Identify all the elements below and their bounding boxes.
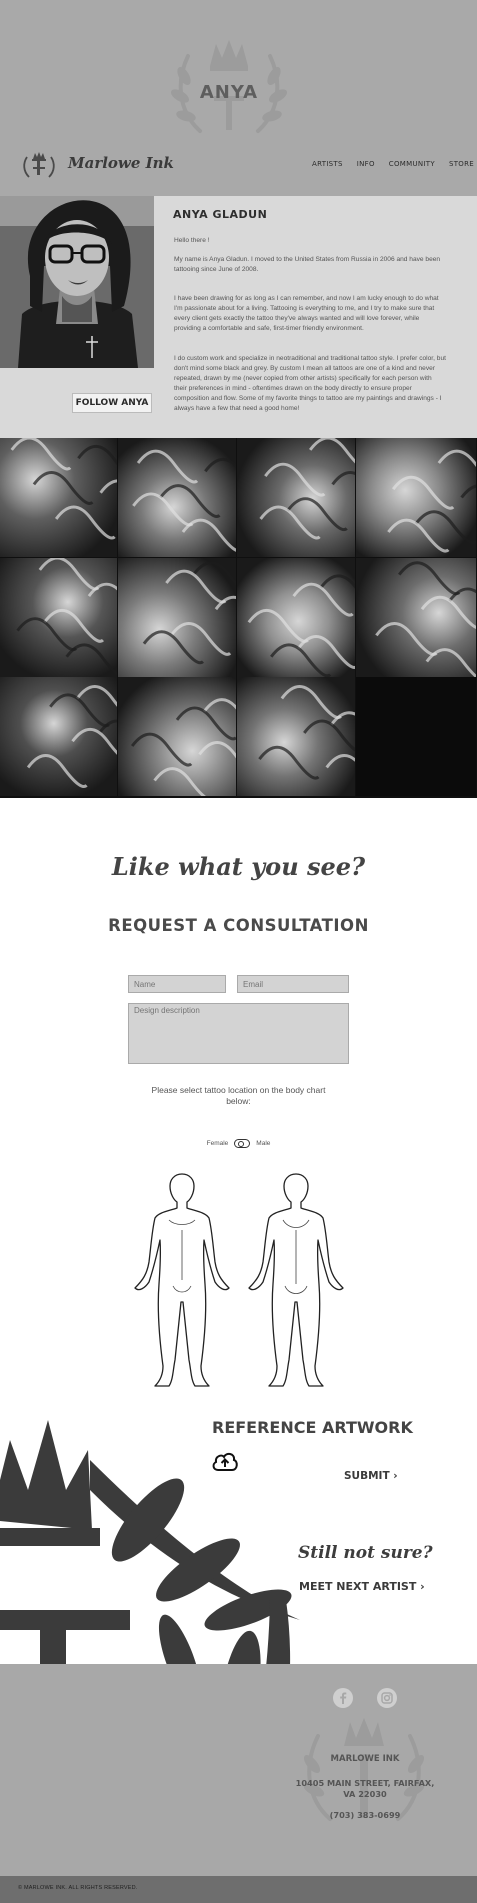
footer-address: 10405 MAIN STREET, FAIRFAX, VA 22030 [295, 1778, 435, 1799]
crest-name: ANYA [199, 82, 259, 103]
main-nav: ARTISTS INFO COMMUNITY STORE [312, 160, 474, 168]
footer-phone[interactable]: (703) 383-0699 [290, 1810, 440, 1820]
gallery-tattoo-image[interactable] [118, 438, 236, 557]
consultation-heading: REQUEST A CONSULTATION [108, 916, 369, 935]
design-description-input[interactable] [128, 1003, 349, 1064]
gallery-tattoo-image[interactable] [237, 438, 355, 557]
follow-artist-button[interactable]: FOLLOW ANYA [72, 393, 152, 413]
male-label: Male [256, 1140, 271, 1147]
bio-paragraph: I have been drawing for as long as I can… [174, 295, 439, 332]
artist-portrait [0, 196, 154, 368]
like-what-you-see-heading: Like what you see? [111, 852, 366, 881]
nav-item-community[interactable]: COMMUNITY [389, 160, 435, 168]
female-label: Female [206, 1140, 229, 1147]
gallery-tattoo-image[interactable] [356, 438, 476, 557]
copyright-text: © MARLOWE INK. ALL RIGHTS RESERVED. [18, 1885, 138, 1891]
gallery-empty-tile [356, 677, 476, 796]
name-input[interactable] [128, 975, 226, 993]
still-not-sure-heading: Still not sure? [298, 1543, 433, 1563]
body-location-chart[interactable] [133, 1170, 345, 1388]
gallery-tattoo-image[interactable] [0, 677, 117, 796]
artist-name: ANYA GLADUN [173, 208, 268, 221]
bio-paragraph: I do custom work and specialize in neotr… [174, 355, 446, 412]
nav-item-store[interactable]: STORE [449, 160, 474, 168]
instagram-icon[interactable] [377, 1688, 397, 1708]
gender-toggle[interactable] [234, 1139, 251, 1148]
brand-name[interactable]: Marlowe Ink [68, 154, 174, 172]
email-input[interactable] [237, 975, 349, 993]
bio-paragraph: My name is Anya Gladun. I moved to the U… [174, 256, 441, 273]
gallery-tattoo-image[interactable] [356, 558, 476, 677]
reference-artwork-heading: REFERENCE ARTWORK [212, 1418, 413, 1437]
gallery-tattoo-image[interactable] [118, 677, 236, 796]
brand-logo-icon[interactable] [22, 150, 56, 180]
gallery-tattoo-image[interactable] [118, 558, 236, 677]
cloud-upload-icon[interactable] [211, 1449, 239, 1474]
meet-next-artist-link[interactable]: MEET NEXT ARTIST › [299, 1580, 425, 1593]
bio-paragraph: Hello there ! [174, 237, 210, 244]
gender-toggle-row: Female Male [0, 1139, 477, 1148]
nav-item-info[interactable]: INFO [357, 160, 375, 168]
footer-business-name: MARLOWE INK [330, 1754, 400, 1764]
gallery-tattoo-image[interactable] [237, 558, 355, 677]
facebook-icon[interactable] [333, 1688, 353, 1708]
gallery-tattoo-image[interactable] [0, 438, 117, 557]
body-chart-instructions: Please select tattoo location on the bod… [151, 1085, 326, 1106]
submit-button[interactable]: SUBMIT › [344, 1470, 398, 1482]
gallery-tattoo-image[interactable] [237, 677, 355, 796]
gallery-tattoo-image[interactable] [0, 558, 117, 677]
nav-item-artists[interactable]: ARTISTS [312, 160, 343, 168]
